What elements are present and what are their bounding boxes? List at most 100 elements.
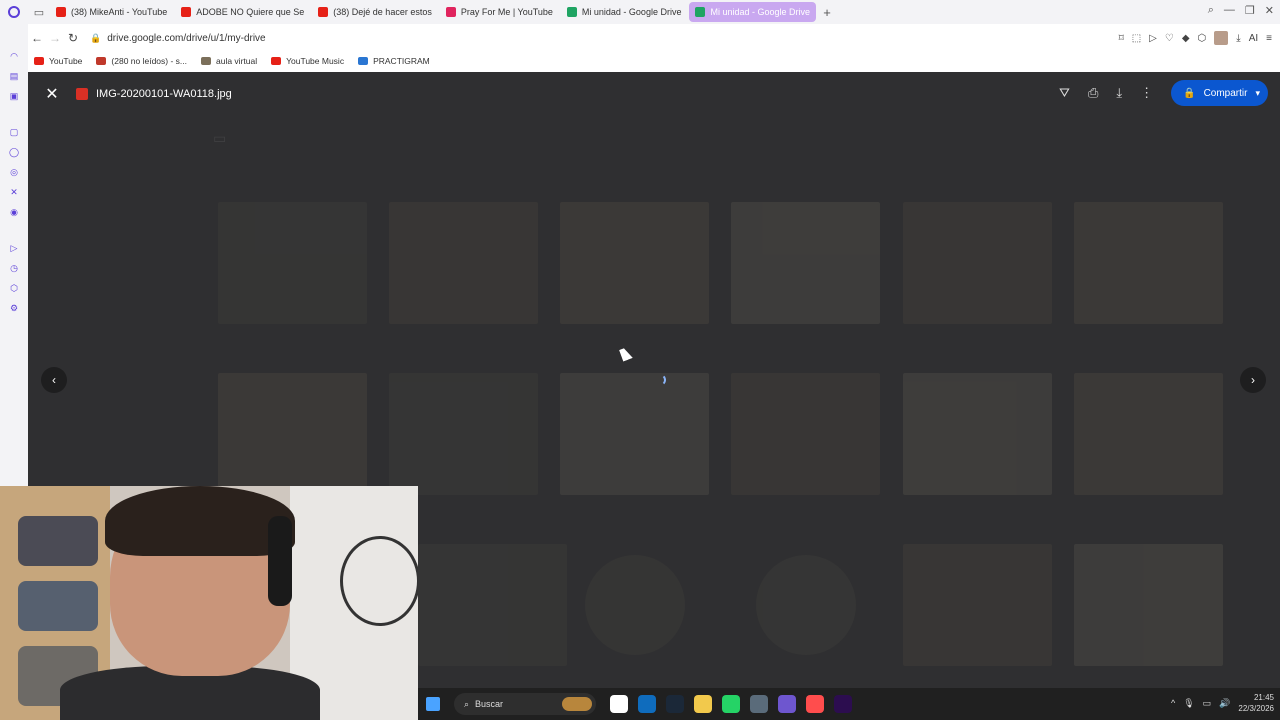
bookmark-favicon-icon [358,57,369,65]
bookmark-label: aula virtual [216,56,258,66]
extensions-puzzle-icon[interactable]: ⬡ [1198,33,1207,44]
taskbar-app-icon[interactable] [722,695,740,713]
twitch-icon[interactable]: ▢ [8,126,20,138]
bookmark-item[interactable]: PRACTIGRAM [358,56,430,66]
viewer-actions: ⛛ ⎙ ⤓ ⋮ 🔒 Compartir ▾ [1059,80,1268,106]
taskbar-app-icon[interactable] [638,695,656,713]
taskbar-app-icon[interactable] [610,695,628,713]
photo-thumbnail [218,202,367,324]
window-controls: ⌕ — ❐ ✕ [1208,4,1274,17]
play-icon[interactable]: ▷ [1149,33,1157,44]
taskbar-app-icon[interactable] [750,695,768,713]
menu-icon[interactable]: ≡ [1266,33,1272,44]
windows-start-icon[interactable] [426,697,440,711]
clock[interactable]: 21:45 22/3/2026 [1238,692,1274,714]
taskbar-app-icon[interactable] [694,695,712,713]
chevron-down-icon[interactable]: ▾ [1255,88,1260,99]
minimize-icon[interactable]: — [1224,4,1235,17]
aria-icon[interactable]: ◠ [8,50,20,62]
snapshot-icon[interactable]: ⬚ [1132,33,1141,44]
taskbar-search[interactable]: ⌕ Buscar [454,693,596,715]
restore-icon[interactable]: ❐ [1245,4,1255,17]
new-tab-button[interactable]: + [818,5,836,20]
windows-taskbar: ⌕ Buscar ^ 🎙 ▭ 🔊 21:45 22/3/2026 [418,688,1280,720]
previous-image-button[interactable]: ‹ [41,367,67,393]
x-icon[interactable]: ✕ [8,186,20,198]
bookmarks-bar: YouTube (280 no leídos) - s... aula virtua… [28,51,1280,71]
more-options-icon[interactable]: ⋮ [1140,85,1153,101]
search-highlight-icon [562,697,592,711]
reload-icon[interactable]: ↻ [64,31,82,45]
discord-icon[interactable]: ◉ [8,206,20,218]
bookmark-icon[interactable]: ⌑ [1119,33,1124,44]
bookmark-item[interactable]: aula virtual [201,56,257,66]
back-icon[interactable]: ← [28,31,46,45]
forward-icon[interactable]: → [46,31,64,45]
bookmark-item[interactable]: (280 no leídos) - s... [96,56,187,66]
bookmark-item[interactable]: YouTube [34,56,82,66]
address-bar: ← → ↻ 🔒 drive.google.com/drive/u/1/my-dr… [28,26,1280,50]
bookmark-favicon-icon [201,57,211,65]
search-icon[interactable]: ⌕ [1208,4,1214,17]
volume-icon[interactable]: 🔊 [1219,698,1230,709]
tab-label: (38) Dejé de hacer estos [333,7,432,17]
profile-avatar[interactable] [1214,31,1229,45]
tab-label: Pray For Me | YouTube [460,7,553,17]
microphone-icon[interactable]: 🎙 [1183,698,1194,709]
photo-thumbnail [560,373,709,495]
browser-tab[interactable]: Pray For Me | YouTube [440,2,559,22]
ai-button[interactable]: AI [1249,33,1258,44]
print-icon[interactable]: ⎙ [1088,85,1098,101]
photo-thumbnail [218,373,367,495]
tab-favicon-icon [695,7,706,17]
opera-logo-icon[interactable] [0,0,28,24]
history-icon[interactable]: ◷ [8,262,20,274]
bookmark-favicon-icon [96,57,107,65]
browser-tab[interactable]: Mi unidad - Google Drive [689,2,816,22]
heart-icon[interactable]: ♡ [1165,33,1174,44]
person-hair [105,486,295,556]
vpn-icon[interactable]: ◆ [1182,33,1190,44]
messenger-icon[interactable]: ▣ [8,90,20,102]
photo-thumbnail [903,373,1052,495]
tab-overview-icon[interactable]: ▭ [28,0,50,24]
taskbar-apps [610,695,852,713]
settings-icon[interactable]: ⚙ [8,302,20,314]
player-icon[interactable]: ▷ [8,242,20,254]
bookmark-label: PRACTIGRAM [373,56,430,66]
network-icon[interactable]: ▭ [1203,698,1212,709]
share-label: Compartir [1203,87,1248,99]
tab-favicon-icon [318,7,329,17]
taskbar-app-icon[interactable] [834,695,852,713]
clothes [18,516,98,566]
add-to-drive-icon[interactable]: ⛛ [1059,85,1070,101]
taskbar-app-icon[interactable] [806,695,824,713]
tab-label: (38) MikeAnti - YouTube [71,7,168,17]
url-field[interactable]: 🔒 drive.google.com/drive/u/1/my-drive [90,33,266,44]
instagram-icon[interactable]: ◎ [8,166,20,178]
bookmark-label: (280 no leídos) - s... [111,56,187,66]
photo-thumbnail [585,555,685,655]
close-window-icon[interactable]: ✕ [1265,4,1274,17]
drive-folder-title-faded: ▭ [213,130,227,146]
photo-thumbnail [389,202,538,324]
browser-tab[interactable]: ADOBE NO Quiere que Se [175,2,310,22]
extensions-icon[interactable]: ⬡ [8,282,20,294]
tray-chevron-icon[interactable]: ^ [1171,698,1175,708]
next-image-button[interactable]: › [1240,367,1266,393]
photo-thumbnail [903,544,1052,666]
whatsapp-icon[interactable]: ◯ [8,146,20,158]
browser-tab[interactable]: (38) Dejé de hacer estos [312,2,438,22]
download-icon[interactable]: ⤓ [1236,33,1240,44]
bookmark-favicon-icon [271,57,282,65]
download-file-icon[interactable]: ⤓ [1116,85,1122,101]
taskbar-app-icon[interactable] [666,695,684,713]
browser-tab[interactable]: Mi unidad - Google Drive [561,2,688,22]
taskbar-app-icon[interactable] [778,695,796,713]
browser-tab[interactable]: (38) MikeAnti - YouTube [50,2,173,22]
workspace-icon[interactable]: ▤ [8,70,20,82]
bookmark-item[interactable]: YouTube Music [271,56,344,66]
lock-share-icon: 🔒 [1183,87,1196,99]
share-button[interactable]: 🔒 Compartir ▾ [1171,80,1268,106]
close-viewer-icon[interactable]: ✕ [28,84,76,104]
